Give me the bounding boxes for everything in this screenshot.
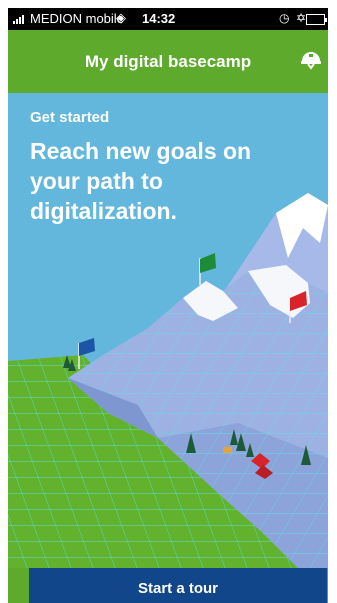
alarm-icon: ◷ — [279, 11, 290, 25]
bottom-bar: Start a tour — [8, 568, 328, 603]
hero-headline: Reach new goals on your path to digitali… — [30, 138, 252, 224]
bluetooth-icon: ✡ — [296, 11, 307, 25]
carrier-name: MEDION mobile — [30, 11, 124, 26]
start-tour-button[interactable]: Start a tour — [29, 568, 327, 603]
status-bar: MEDION mobile ◈ 14:32 ◷ ✡ — [8, 8, 328, 30]
app-header: My digital basecamp — [8, 30, 328, 93]
battery-icon — [306, 14, 327, 25]
status-time: 14:32 — [142, 11, 176, 26]
signal-icon — [13, 15, 24, 24]
flag-green — [199, 253, 216, 285]
app-screen: MEDION mobile ◈ 14:32 ◷ ✡ My digital bas… — [8, 8, 328, 603]
page-title: My digital basecamp — [84, 52, 252, 71]
hero-banner: Get started Reach new goals on your path… — [8, 93, 328, 568]
get-started-label: Get started — [30, 109, 110, 126]
wifi-icon: ◈ — [116, 10, 126, 25]
helmet-icon[interactable] — [300, 48, 322, 70]
